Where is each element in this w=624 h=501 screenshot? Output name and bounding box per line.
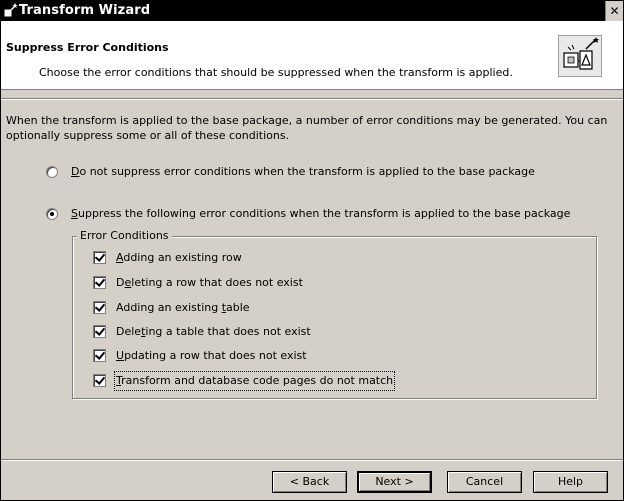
checkbox-label: Updating a row that does not exist	[116, 349, 307, 362]
radio-label: Suppress the following error conditions …	[71, 207, 571, 220]
checkbox-label: Deleting a table that does not exist	[116, 325, 311, 338]
transform-wizard-window: Transform Wizard ✕ Suppress Error Condit…	[0, 0, 624, 501]
radio-button-selected[interactable]	[46, 208, 58, 220]
window-title: Transform Wizard	[19, 3, 151, 18]
page-subtitle: Choose the error conditions that should …	[39, 66, 513, 79]
checkbox[interactable]	[93, 276, 106, 289]
footer-divider	[1, 459, 623, 461]
checkbox[interactable]	[93, 349, 106, 362]
title-bar: Transform Wizard ✕	[1, 1, 623, 21]
checkbox[interactable]	[93, 325, 106, 338]
intro-text: When the transform is applied to the bas…	[6, 114, 608, 142]
back-button[interactable]: < Back	[272, 471, 347, 493]
radio-button[interactable]	[46, 166, 58, 178]
cancel-button[interactable]: Cancel	[447, 471, 522, 493]
checkbox[interactable]	[93, 374, 106, 387]
wizard-header: Suppress Error Conditions Choose the err…	[1, 21, 623, 90]
transform-wizard-icon	[558, 35, 602, 77]
group-label: Error Conditions	[77, 229, 172, 243]
close-icon: ✕	[609, 4, 620, 18]
help-button[interactable]: Help	[533, 471, 608, 493]
next-button[interactable]: Next >	[357, 471, 432, 493]
close-button[interactable]: ✕	[605, 1, 623, 21]
checkbox-label: Adding an existing row	[116, 251, 242, 264]
wizard-wand-icon	[4, 3, 18, 17]
checkbox-label: Transform and database code pages do not…	[113, 371, 396, 391]
header-divider	[1, 98, 623, 100]
radio-label: Do not suppress error conditions when th…	[71, 165, 535, 178]
page-title: Suppress Error Conditions	[6, 41, 169, 54]
checkbox-label: Deleting a row that does not exist	[116, 276, 303, 289]
checkbox[interactable]	[93, 251, 106, 264]
checkbox[interactable]	[93, 301, 106, 314]
checkbox-label: Adding an existing table	[116, 301, 250, 314]
